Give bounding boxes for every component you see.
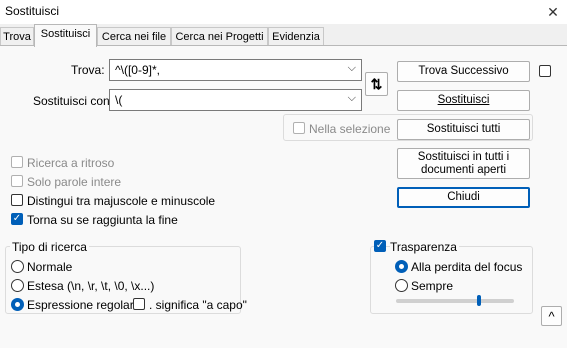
find-input[interactable]: ^\([0-9]*,	[115, 63, 160, 77]
replace-all-open-docs-line1: Sostituisci in tutti i	[417, 151, 510, 163]
close-icon[interactable]: ✕	[539, 0, 567, 24]
in-selection-label: Nella selezione	[309, 122, 391, 136]
in-selection-checkbox[interactable]	[293, 122, 305, 134]
find-combobox[interactable]: ^\([0-9]*, ⌵	[109, 59, 362, 81]
always-radio[interactable]	[395, 279, 408, 292]
extended-radio[interactable]	[11, 279, 24, 292]
normal-label: Normale	[27, 260, 73, 274]
on-lose-focus-label: Alla perdita del focus	[411, 260, 523, 274]
tab-cerca-nei-file[interactable]: Cerca nei file	[97, 27, 171, 45]
regex-radio[interactable]	[11, 298, 24, 311]
find-next-option-checkbox[interactable]	[539, 65, 551, 77]
on-lose-focus-radio[interactable]	[395, 260, 408, 273]
chevron-down-icon[interactable]: ⌵	[348, 62, 356, 75]
collapse-icon[interactable]: ^	[541, 306, 562, 326]
regex-label: Espressione regolare	[27, 298, 141, 312]
tab-cerca-nei-progetti[interactable]: Cerca nei Progetti	[171, 27, 268, 45]
dot-newline-label: . significa "a capo"	[149, 298, 247, 312]
title-bar	[0, 0, 567, 24]
window-title: Sostituisci	[5, 4, 60, 18]
replace-all-open-docs-line2: documenti aperti	[420, 164, 507, 176]
backward-label: Ricerca a ritroso	[27, 156, 115, 170]
extended-label: Estesa (\n, \r, \t, \0, \x...)	[27, 279, 155, 293]
replace-label: Sostituisci con:	[33, 94, 114, 108]
always-label: Sempre	[411, 279, 454, 293]
tab-evidenzia[interactable]: Evidenzia	[268, 27, 324, 45]
match-case-checkbox[interactable]	[11, 194, 23, 206]
tab-bar: Trova Sostituisci Cerca nei file Cerca n…	[0, 24, 567, 47]
replace-input[interactable]: \(	[115, 93, 122, 107]
whole-word-label: Solo parole intere	[27, 175, 122, 189]
close-button[interactable]: Chiudi	[397, 187, 530, 208]
tab-sostituisci[interactable]: Sostituisci	[34, 24, 97, 47]
match-case-label: Distingui tra majuscole e minuscole	[27, 194, 216, 208]
transparency-slider-thumb[interactable]	[476, 295, 481, 306]
chevron-down-icon[interactable]: ⌵	[348, 92, 356, 105]
swap-icon[interactable]: ⇅	[365, 72, 388, 96]
whole-word-checkbox[interactable]	[11, 175, 23, 187]
transparency-title: Trasparenza	[390, 240, 459, 254]
replace-all-button[interactable]: Sostituisci tutti	[397, 119, 530, 140]
wrap-checkbox[interactable]: ✓	[11, 213, 23, 225]
transparency-checkbox[interactable]: ✓	[374, 240, 386, 252]
replace-button[interactable]: Sostituisci	[397, 90, 530, 111]
find-label: Trova:	[71, 63, 105, 77]
dot-newline-checkbox[interactable]	[133, 298, 145, 310]
find-next-button[interactable]: Trova Successivo	[397, 61, 530, 82]
replace-combobox[interactable]: \( ⌵	[109, 89, 362, 111]
normal-radio[interactable]	[11, 260, 24, 273]
backward-checkbox[interactable]	[11, 156, 23, 168]
search-mode-title: Tipo di ricerca	[10, 240, 89, 254]
tab-trova[interactable]: Trova	[0, 27, 34, 45]
wrap-label: Torna su se raggiunta la fine	[27, 213, 178, 227]
transparency-slider-track[interactable]	[396, 299, 514, 303]
replace-all-open-docs-button[interactable]: Sostituisci in tutti i documenti aperti	[397, 148, 530, 179]
